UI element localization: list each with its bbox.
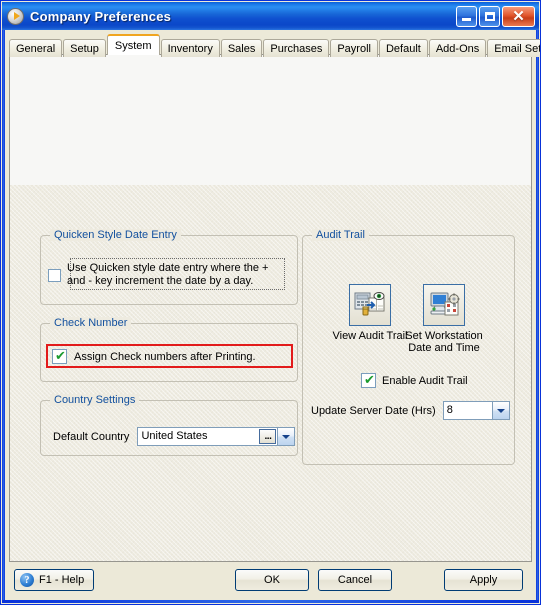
tab-strip: General Setup System Inventory Sales Pur… [9,34,540,57]
chevron-down-icon [496,408,505,413]
update-server-date-value: 8 [446,404,453,416]
country-lookup-button[interactable]: ... [259,429,277,444]
close-icon: ✕ [512,7,525,25]
enable-audit-trail-row[interactable]: ✔ Enable Audit Trail [361,373,468,388]
tab-inventory[interactable]: Inventory [160,39,220,57]
ok-button[interactable]: OK [235,569,309,591]
quicken-style-date-entry-checkbox[interactable] [48,268,61,282]
group-legend-quicken: Quicken Style Date Entry [50,229,181,241]
window-controls: ✕ [456,5,539,27]
assign-check-numbers-label: Assign Check numbers after Printing. [74,350,256,363]
tab-sales[interactable]: Sales [220,39,263,57]
group-check-number: Check Number ✔ Assign Check numbers afte… [40,317,298,382]
title-bar: Company Preferences ✕ [2,2,539,30]
view-audit-trail-button[interactable] [349,284,391,326]
window-border-bottom [2,600,539,603]
set-workstation-date-time-icon [430,292,460,316]
tab-setup[interactable]: Setup [63,39,106,57]
default-country-label: Default Country [53,430,130,443]
quicken-checkbox-row[interactable]: Use Quicken style date entry where the +… [48,262,277,288]
help-button-label: F1 - Help [39,574,85,586]
checkmark-icon: ✔ [55,349,66,364]
tab-payroll[interactable]: Payroll [330,39,378,57]
close-button[interactable]: ✕ [502,5,535,27]
apply-button[interactable]: Apply [444,569,523,591]
tab-system[interactable]: System [106,34,160,55]
group-legend-country-settings: Country Settings [50,394,140,406]
question-mark-icon: ? [20,573,34,587]
tab-default[interactable]: Default [378,39,428,57]
set-workstation-date-time-button[interactable] [423,284,465,326]
assign-check-numbers-row[interactable]: ✔ Assign Check numbers after Printing. [52,349,256,364]
group-audit-trail: Audit Trail View Audit Trail Set Worksta… [302,229,515,465]
window-title: Company Preferences [30,8,172,24]
system-tab-panel: Quicken Style Date Entry Use Quicken sty… [9,54,532,562]
maximize-button[interactable] [479,5,500,27]
chevron-down-icon [282,434,291,439]
set-workstation-date-time-caption: Set Workstation Date and Time [405,330,483,354]
default-country-value: United States [141,430,208,442]
group-country-settings: Country Settings Default Country United … [40,394,298,456]
enable-audit-trail-checkbox[interactable]: ✔ [361,373,376,388]
group-quicken-style-date-entry: Quicken Style Date Entry Use Quicken sty… [40,229,298,305]
default-country-row: Default Country United States ... [53,427,296,446]
quicken-checkbox-label: Use Quicken style date entry where the +… [67,262,269,287]
tab-general[interactable]: General [9,39,63,57]
update-server-date-combobox[interactable]: 8 [442,401,510,420]
checkmark-icon: ✔ [364,373,375,388]
client-area: General Setup System Inventory Sales Pur… [5,30,540,600]
minimize-button[interactable] [456,5,477,27]
window-border-right [536,30,539,603]
tab-email-setup[interactable]: Email Setup [487,39,540,57]
assign-check-numbers-checkbox[interactable]: ✔ [52,349,67,364]
tab-purchases[interactable]: Purchases [263,39,330,57]
group-legend-check-number: Check Number [50,317,132,329]
update-server-date-row: Update Server Date (Hrs) 8 [311,401,510,420]
default-country-combobox[interactable]: United States ... [137,427,296,446]
enable-audit-trail-label: Enable Audit Trail [382,374,468,387]
company-preferences-window: Company Preferences ✕ General Setup Syst… [0,0,541,605]
tab-add-ons[interactable]: Add-Ons [428,39,487,57]
cancel-button[interactable]: Cancel [318,569,392,591]
view-audit-trail-icon [354,292,385,316]
update-server-date-label: Update Server Date (Hrs) [311,404,436,417]
country-dropdown-button[interactable] [277,428,295,445]
app-circle-play-icon [7,7,24,25]
group-legend-audit-trail: Audit Trail [312,229,369,241]
hrs-dropdown-button[interactable] [491,402,509,419]
footer-bar: ? F1 - Help OK Cancel Apply [9,564,532,596]
help-button[interactable]: ? F1 - Help [14,569,94,591]
